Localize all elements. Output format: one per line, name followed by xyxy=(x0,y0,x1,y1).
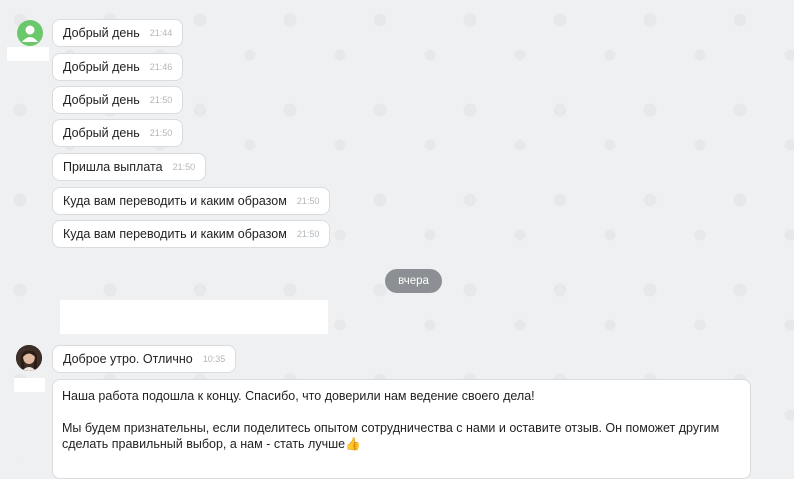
final-message-paragraph-2: Мы будем признательны, если поделитесь о… xyxy=(62,421,720,451)
message-text: Доброе утро. Отлично xyxy=(63,352,193,366)
sender-name-hidden xyxy=(7,47,49,61)
message-bubble[interactable]: Добрый день 21:46 xyxy=(52,53,184,81)
message-time: 21:50 xyxy=(149,128,173,138)
message-time: 21:50 xyxy=(149,95,173,105)
message-time: 21:50 xyxy=(296,196,320,206)
message-text: Добрый день xyxy=(63,60,140,74)
message-time: 21:50 xyxy=(296,229,320,239)
message-time: 21:46 xyxy=(149,62,173,72)
message-bubble[interactable]: Добрый день 21:50 xyxy=(52,119,184,147)
message-text: Пришла выплата xyxy=(63,160,163,174)
message-text: Добрый день xyxy=(63,126,140,140)
message-text: Добрый день xyxy=(63,93,140,107)
agent-avatar[interactable] xyxy=(16,345,42,371)
final-message-paragraph-1: Наша работа подошла к концу. Спасибо, чт… xyxy=(62,389,535,403)
message-text: Куда вам переводить и каким образом xyxy=(63,227,287,241)
message-bubble[interactable]: Куда вам переводить и каким образом 21:5… xyxy=(52,220,331,248)
reply-bubble[interactable]: Доброе утро. Отлично 10:35 xyxy=(52,345,237,373)
date-separator: вчера xyxy=(385,269,442,293)
message-bubble[interactable]: Пришла выплата 21:50 xyxy=(52,153,207,181)
agent-name-hidden xyxy=(14,378,45,392)
message-time: 21:50 xyxy=(172,162,196,172)
final-message-bubble[interactable]: Наша работа подошла к концу. Спасибо, чт… xyxy=(52,379,751,479)
message-bubble[interactable]: Добрый день 21:50 xyxy=(52,86,184,114)
hidden-message-area xyxy=(60,300,328,334)
message-time: 10:35 xyxy=(202,354,226,364)
message-text: Добрый день xyxy=(63,26,140,40)
message-time: 21:44 xyxy=(149,28,173,38)
user-avatar-icon[interactable] xyxy=(17,20,43,46)
message-text: Куда вам переводить и каким образом xyxy=(63,194,287,208)
chat-area: Добрый день 21:44 Добрый день 21:46 Добр… xyxy=(0,0,794,479)
message-bubble[interactable]: Добрый день 21:44 xyxy=(52,19,184,47)
message-bubble[interactable]: Куда вам переводить и каким образом 21:5… xyxy=(52,187,331,215)
